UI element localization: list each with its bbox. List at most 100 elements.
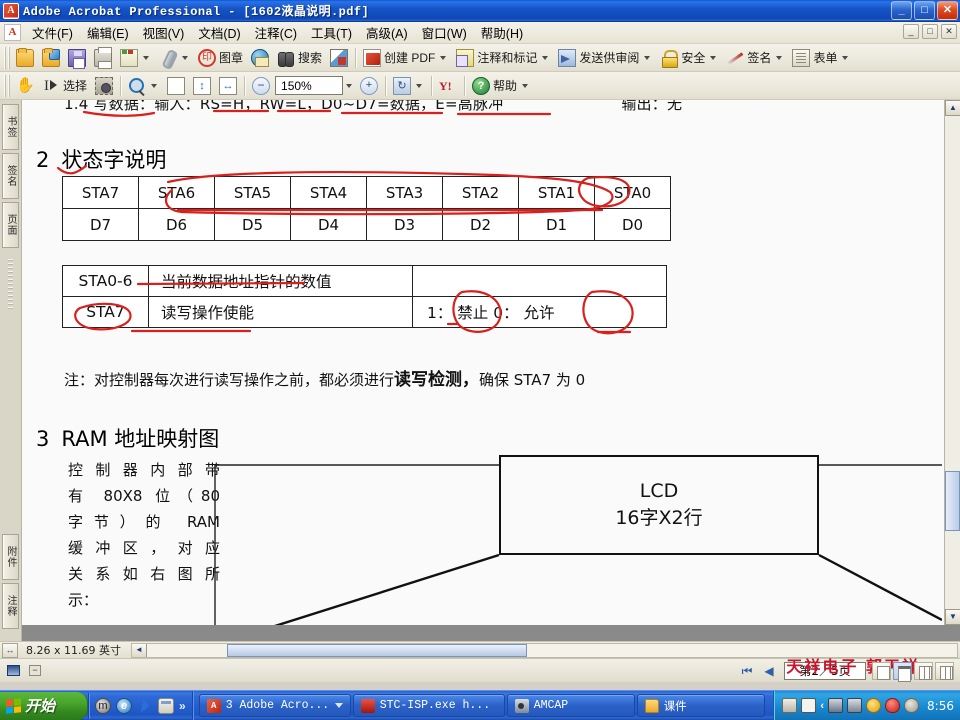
continuous-icon[interactable] (893, 661, 912, 682)
zoom-input[interactable] (276, 77, 343, 94)
save-button[interactable] (64, 46, 90, 70)
stamp-button[interactable]: 图章 (194, 46, 247, 70)
chevron-down-icon[interactable] (542, 55, 549, 60)
select-tool-button[interactable]: 选择 (38, 74, 91, 98)
taskbar-clock[interactable]: 8:56 (927, 699, 954, 713)
chevron-down-icon[interactable] (151, 83, 158, 88)
print-button[interactable] (90, 46, 116, 70)
secure-button[interactable]: 安全 (656, 46, 722, 70)
yahoo-toolbar-button[interactable] (435, 74, 461, 98)
keyboard-icon[interactable] (782, 698, 798, 713)
start-button[interactable]: 开始 (0, 691, 88, 720)
chevron-down-icon[interactable] (143, 55, 149, 60)
document-viewport[interactable]: 1.4 写数据：输入：RS=H，RW=L，D0~D7=数据，E=高脉冲 输出：无 … (22, 100, 960, 641)
nav-strip-grip[interactable] (8, 259, 13, 309)
opera-icon[interactable] (95, 697, 111, 714)
chevron-down-icon[interactable] (710, 55, 717, 60)
facing-icon[interactable] (914, 661, 933, 680)
email-globe-button[interactable] (247, 46, 273, 70)
toolbar-grip[interactable] (4, 46, 10, 69)
menu-comments[interactable]: 注释(C) (248, 21, 304, 44)
comment-markup-button[interactable]: 注释和标记 (452, 46, 554, 70)
monitor-icon[interactable] (847, 698, 863, 713)
doc-close-button[interactable]: ✕ (941, 24, 957, 39)
close-button[interactable]: ✕ (937, 1, 958, 20)
search-button[interactable]: 搜索 (273, 46, 326, 70)
organizer-button[interactable] (38, 46, 64, 70)
picture-tasks-button[interactable] (326, 46, 352, 70)
flash-icon[interactable] (137, 698, 153, 714)
fit-page-button[interactable] (189, 74, 215, 98)
continuous-facing-icon[interactable] (935, 661, 954, 680)
zoom-level-combobox[interactable] (275, 76, 344, 95)
forms-button[interactable]: 表单 (788, 46, 854, 70)
scroll-up-button[interactable]: ▲ (945, 100, 960, 116)
document-scroll-area[interactable]: 1.4 写数据：输入：RS=H，RW=L，D0~D7=数据，E=高脉冲 输出：无 … (22, 100, 944, 625)
quick-launch-more-icon[interactable]: » (179, 699, 186, 713)
ime-icon[interactable] (801, 698, 817, 713)
fit-width-button[interactable] (215, 74, 241, 98)
chevron-down-icon[interactable] (182, 55, 188, 60)
menu-edit[interactable]: 编辑(E) (80, 21, 136, 44)
menu-view[interactable]: 视图(V) (136, 21, 192, 44)
task-button[interactable]: STC-ISP.exe h... (352, 694, 505, 717)
chevron-down-icon[interactable] (776, 55, 783, 60)
shield-icon[interactable] (885, 698, 901, 713)
sign-button[interactable]: 签名 (722, 46, 788, 70)
nav-tab-attachments[interactable]: 附件 (2, 534, 19, 580)
nav-tab-pages[interactable]: 页面 (2, 202, 19, 248)
chevron-down-icon[interactable] (842, 55, 849, 60)
update-icon[interactable] (904, 698, 920, 713)
toolbar-grip[interactable] (4, 74, 10, 97)
vertical-scrollbar[interactable]: ▲ ▼ (944, 100, 960, 625)
menu-tools[interactable]: 工具(T) (304, 21, 359, 44)
chevron-down-icon[interactable] (522, 83, 529, 88)
menu-document[interactable]: 文档(D) (191, 21, 247, 44)
chevron-down-icon[interactable] (334, 703, 343, 708)
maximize-button[interactable]: □ (914, 1, 935, 20)
messenger-icon[interactable] (866, 698, 882, 713)
actual-size-button[interactable] (163, 74, 189, 98)
hand-tool-button[interactable]: ✋ (12, 74, 38, 98)
chevron-left-icon[interactable]: ‹ (820, 700, 824, 712)
email-button[interactable] (116, 46, 155, 70)
chevron-down-icon[interactable] (416, 83, 423, 88)
zoom-in-button[interactable] (356, 74, 382, 98)
send-review-button[interactable]: 发送供审阅 (554, 46, 656, 70)
help-button[interactable]: 帮助 (468, 74, 534, 98)
calculator-icon[interactable] (158, 697, 174, 714)
menu-file[interactable]: 文件(F) (25, 21, 80, 44)
first-page-button[interactable]: ⏮ (737, 661, 757, 680)
network-icon[interactable] (828, 698, 844, 713)
single-page-icon[interactable] (872, 661, 891, 680)
menu-window[interactable]: 窗口(W) (415, 21, 474, 44)
zoom-chevron-down-icon[interactable] (346, 83, 353, 88)
zoom-out-button[interactable] (248, 74, 274, 98)
resize-arrows-icon[interactable]: ↔ (2, 642, 18, 658)
doc-restore-button[interactable]: □ (922, 24, 938, 39)
nav-tab-bookmarks[interactable]: 书签 (2, 104, 19, 150)
open-button[interactable] (12, 46, 38, 70)
menu-advanced[interactable]: 高级(A) (359, 21, 415, 44)
doc-minimize-button[interactable]: _ (903, 24, 919, 39)
nav-tab-comments[interactable]: 注释 (2, 583, 19, 629)
chevron-down-icon[interactable] (644, 55, 651, 60)
task-button[interactable]: 课件 (636, 694, 765, 717)
zoom-tool-button[interactable] (124, 74, 163, 98)
horizontal-scroll-thumb[interactable] (226, 643, 527, 657)
ie-icon[interactable] (116, 697, 132, 714)
snapshot-button[interactable] (91, 74, 117, 98)
scroll-left-button[interactable]: ◄ (131, 643, 147, 657)
scroll-down-button[interactable]: ▼ (945, 609, 960, 625)
status-screen-button[interactable] (3, 661, 23, 680)
nav-tab-signatures[interactable]: 签名 (2, 153, 19, 199)
minimize-button[interactable]: _ (891, 1, 912, 20)
menu-help[interactable]: 帮助(H) (474, 21, 530, 44)
task-button[interactable]: 3 Adobe Acro... (198, 694, 351, 717)
attach-button[interactable] (155, 46, 194, 70)
task-button[interactable]: AMCAP (506, 694, 635, 717)
create-pdf-button[interactable]: 创建 PDF (359, 46, 452, 70)
status-minus-button[interactable]: − (25, 661, 45, 680)
prev-page-button[interactable]: ◀ (759, 661, 779, 680)
vertical-scroll-thumb[interactable] (945, 471, 960, 531)
